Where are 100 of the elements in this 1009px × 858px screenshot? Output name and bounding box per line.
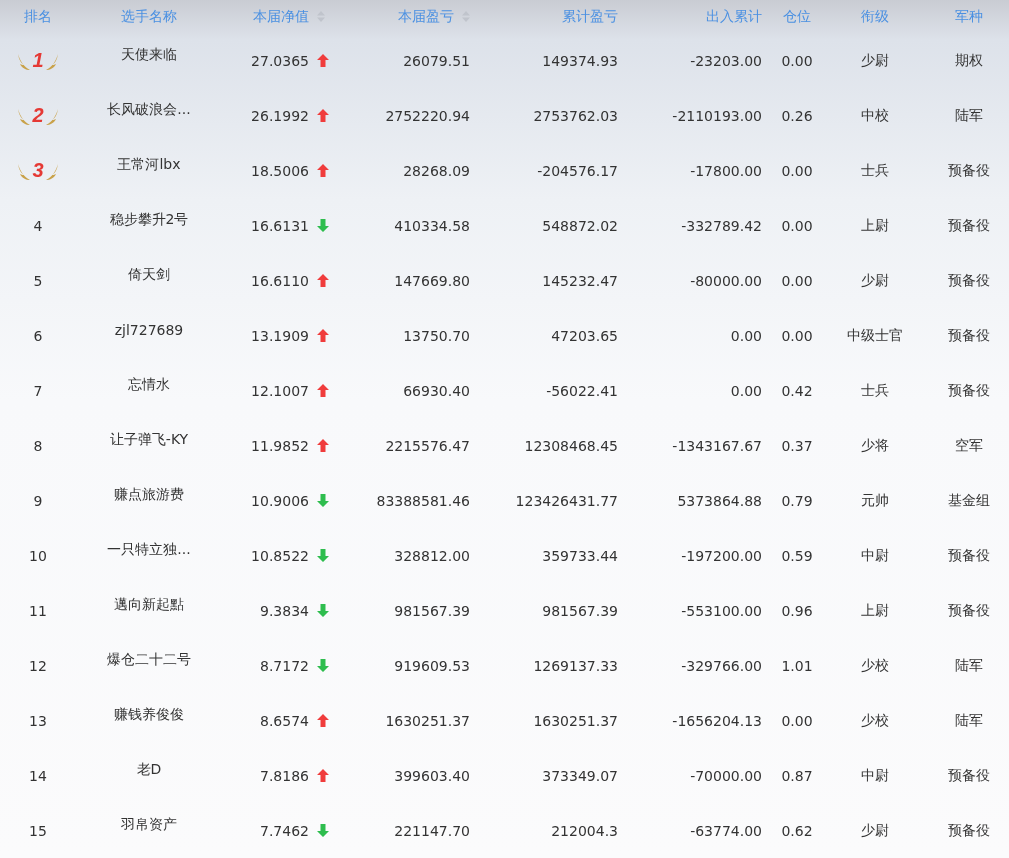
profit-value: 328812.00 [394, 547, 470, 564]
rank-number: 15 [29, 822, 47, 839]
profit-value: 981567.39 [394, 602, 470, 619]
position-value: 0.96 [781, 602, 813, 619]
rank-title: 士兵 [861, 161, 889, 180]
player-name: zjl727689 [114, 322, 184, 338]
position-value: 0.87 [781, 767, 813, 784]
total-profit-value: 149374.93 [542, 52, 618, 69]
player-name: 长风破浪会... [107, 101, 191, 119]
net-value: 16.6131 [251, 217, 309, 234]
net-value: 27.0365 [251, 52, 309, 69]
rank-title: 少将 [861, 436, 889, 455]
branch-label: 基金组 [947, 491, 990, 510]
rank-number: 10 [29, 547, 47, 564]
total-profit-value: -56022.41 [546, 382, 618, 399]
net-value: 10.8522 [251, 547, 309, 564]
total-profit-value: 359733.44 [542, 547, 618, 564]
rank-title: 少校 [861, 656, 889, 675]
rank-title: 中尉 [861, 546, 889, 565]
column-header: 衔级 [861, 7, 889, 26]
profit-value: 28268.09 [403, 162, 470, 179]
position-value: 0.59 [781, 547, 813, 564]
profit-value: 2215576.47 [385, 437, 470, 454]
net-value: 12.1007 [251, 382, 309, 399]
player-name: 邁向新起點 [114, 596, 184, 614]
player-name: 稳步攀升2号 [109, 211, 189, 229]
player-name: 老D [136, 761, 162, 779]
net-value: 8.7172 [260, 657, 309, 674]
position-value: 0.00 [781, 217, 813, 234]
cash-flow-value: -1656204.13 [672, 712, 762, 729]
net-value: 16.6110 [251, 272, 309, 289]
total-profit-value: 47203.65 [551, 327, 618, 344]
position-value: 0.62 [781, 822, 813, 839]
profit-value: 13750.70 [403, 327, 470, 344]
profit-value: 221147.70 [394, 822, 470, 839]
branch-label: 预备役 [947, 381, 990, 400]
cash-flow-value: -197200.00 [681, 547, 762, 564]
branch-label: 预备役 [947, 766, 990, 785]
net-value: 7.7462 [260, 822, 309, 839]
cash-flow-value: -17800.00 [690, 162, 762, 179]
rank-title: 元帅 [861, 491, 889, 510]
cash-flow-value: -80000.00 [690, 272, 762, 289]
cash-flow-value: -332789.42 [681, 217, 762, 234]
profit-value: 919609.53 [394, 657, 470, 674]
total-profit-value: 1269137.33 [533, 657, 618, 674]
rank-number: 7 [33, 382, 43, 399]
rank-number: 8 [33, 437, 43, 454]
player-name: 赚钱养俊俊 [114, 706, 184, 724]
total-profit-value: 2753762.03 [533, 107, 618, 124]
player-name: 羽帛资产 [121, 816, 177, 834]
rank-title: 上尉 [861, 601, 889, 620]
column-header: 选手名称 [121, 7, 177, 26]
profit-value: 147669.80 [394, 272, 470, 289]
rank-title: 上尉 [861, 216, 889, 235]
branch-label: 陆军 [954, 711, 983, 730]
column-header[interactable]: 本届盈亏 [398, 7, 470, 26]
total-profit-value: 212004.3 [551, 822, 618, 839]
profit-value: 2752220.94 [385, 107, 470, 124]
column-header: 累计盈亏 [562, 7, 618, 26]
total-profit-value: 373349.07 [542, 767, 618, 784]
net-value: 7.8186 [260, 767, 309, 784]
position-value: 0.42 [781, 382, 813, 399]
net-value: 13.1909 [251, 327, 309, 344]
position-value: 0.79 [781, 492, 813, 509]
position-value: 0.00 [781, 327, 813, 344]
branch-label: 陆军 [954, 656, 983, 675]
player-name: 赚点旅游费 [114, 486, 184, 504]
position-value: 0.26 [781, 107, 813, 124]
branch-label: 预备役 [947, 271, 990, 290]
rank-title: 少尉 [861, 271, 889, 290]
player-name: 爆仓二十二号 [107, 651, 191, 669]
cash-flow-value: 0.00 [730, 382, 762, 399]
rank-title: 中尉 [861, 766, 889, 785]
player-name: 让子弹飞-KY [109, 431, 189, 449]
cash-flow-value: -553100.00 [681, 602, 762, 619]
net-value: 10.9006 [251, 492, 309, 509]
position-value: 0.00 [781, 712, 813, 729]
branch-label: 预备役 [947, 216, 990, 235]
profit-value: 399603.40 [394, 767, 470, 784]
rank-number: 4 [33, 217, 43, 234]
rank-title: 中校 [861, 106, 889, 125]
branch-label: 陆军 [954, 106, 983, 125]
cash-flow-value: 0.00 [730, 327, 762, 344]
column-header[interactable]: 本届净值 [253, 7, 325, 26]
rank-number: 14 [29, 767, 47, 784]
position-value: 0.00 [781, 272, 813, 289]
column-header: 排名 [24, 7, 52, 26]
branch-label: 预备役 [947, 821, 990, 840]
rank-medal: 1 [17, 49, 59, 72]
profit-value: 410334.58 [394, 217, 470, 234]
rank-number: 13 [29, 712, 47, 729]
cash-flow-value: -1343167.67 [672, 437, 762, 454]
rank-title: 少尉 [861, 821, 889, 840]
rank-title: 士兵 [861, 381, 889, 400]
cash-flow-value: -63774.00 [690, 822, 762, 839]
branch-label: 预备役 [947, 601, 990, 620]
total-profit-value: 548872.02 [542, 217, 618, 234]
column-header: 军种 [954, 7, 983, 26]
profit-value: 26079.51 [403, 52, 470, 69]
cash-flow-value: -23203.00 [690, 52, 762, 69]
